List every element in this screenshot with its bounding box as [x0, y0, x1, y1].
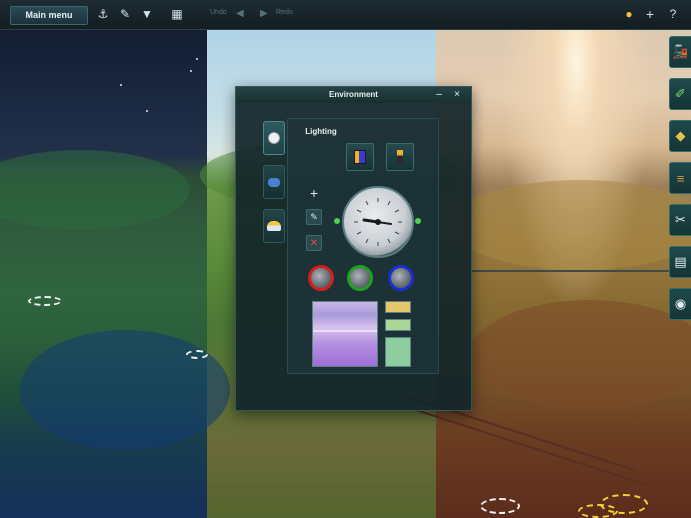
layers-tool-icon[interactable]: ▤	[669, 246, 691, 278]
layout-tool-icon[interactable]: ⚓	[96, 7, 110, 21]
time-of-day-dial[interactable]	[342, 186, 414, 258]
star	[190, 70, 192, 72]
tab-weather[interactable]	[263, 165, 285, 199]
track-marker-selected[interactable]	[578, 504, 618, 518]
add-keyframe-button[interactable]: +	[306, 185, 322, 201]
hill	[20, 330, 230, 450]
minimize-button[interactable]: –	[433, 88, 445, 101]
coin-icon[interactable]: ●	[622, 7, 636, 21]
weather-icon	[268, 177, 280, 187]
tab-clock[interactable]	[263, 121, 285, 155]
clock-face	[354, 198, 402, 246]
lamp-post-icon	[397, 150, 403, 164]
help-icon[interactable]: ?	[666, 7, 680, 21]
swatch-fog[interactable]	[385, 337, 411, 367]
edit-icon[interactable]: ✎	[118, 7, 132, 21]
sun-cloud-icon	[267, 221, 281, 231]
light-mode-a-button[interactable]	[346, 143, 374, 171]
star	[146, 110, 148, 112]
track-marker[interactable]	[28, 296, 62, 306]
wrench-tool-icon[interactable]: ✂	[669, 204, 691, 236]
delete-keyframe-button[interactable]: ✕	[306, 235, 322, 251]
red-channel-knob[interactable]	[308, 265, 334, 291]
lamp-panel-icon	[354, 150, 366, 164]
filter-icon[interactable]: ▼	[140, 7, 154, 21]
environment-dialog: Environment – × Lighting + ✎ ✕	[235, 86, 472, 411]
track-marker[interactable]	[186, 350, 208, 359]
track-marker[interactable]	[480, 498, 520, 514]
horizon-line	[313, 330, 377, 332]
undo-button[interactable]: Undo	[210, 9, 227, 16]
pencil-icon: ✎	[310, 211, 318, 222]
dial-marker-right	[415, 218, 421, 224]
undo-arrow-icon[interactable]: ◀	[236, 8, 246, 20]
clock-icon	[268, 132, 280, 144]
swatch-ambient[interactable]	[385, 319, 411, 331]
redo-arrow-icon[interactable]: ▶	[260, 8, 270, 20]
grid-icon[interactable]: ▦	[170, 7, 184, 21]
tab-sun-cloud[interactable]	[263, 209, 285, 243]
green-channel-knob[interactable]	[347, 265, 373, 291]
close-button[interactable]: ×	[451, 88, 463, 101]
sky-color-preview[interactable]	[312, 301, 378, 367]
train-tool-icon[interactable]: 🚂	[669, 36, 691, 68]
top-toolbar: Main menu ⚓ ✎ ▼ ▦ Undo ◀ ▶ Redo ● + ?	[0, 0, 691, 30]
track-tool-icon[interactable]: ≡	[669, 162, 691, 194]
redo-button[interactable]: Redo	[276, 9, 293, 16]
star	[196, 58, 198, 60]
scenery-tool-icon[interactable]: ◆	[669, 120, 691, 152]
settings-tool-icon[interactable]: ◉	[669, 288, 691, 320]
edit-keyframe-button[interactable]: ✎	[306, 209, 322, 225]
light-mode-b-button[interactable]	[386, 143, 414, 171]
swatch-sun[interactable]	[385, 301, 411, 313]
star	[120, 84, 122, 86]
blue-channel-knob[interactable]	[388, 265, 414, 291]
rail-track	[470, 270, 670, 272]
paint-tool-icon[interactable]: ✐	[669, 78, 691, 110]
main-menu-button[interactable]: Main menu	[10, 6, 88, 25]
lighting-heading: Lighting	[305, 127, 337, 136]
dial-marker-left	[334, 218, 340, 224]
delete-icon: ✕	[309, 237, 319, 249]
add-icon[interactable]: +	[643, 7, 657, 21]
